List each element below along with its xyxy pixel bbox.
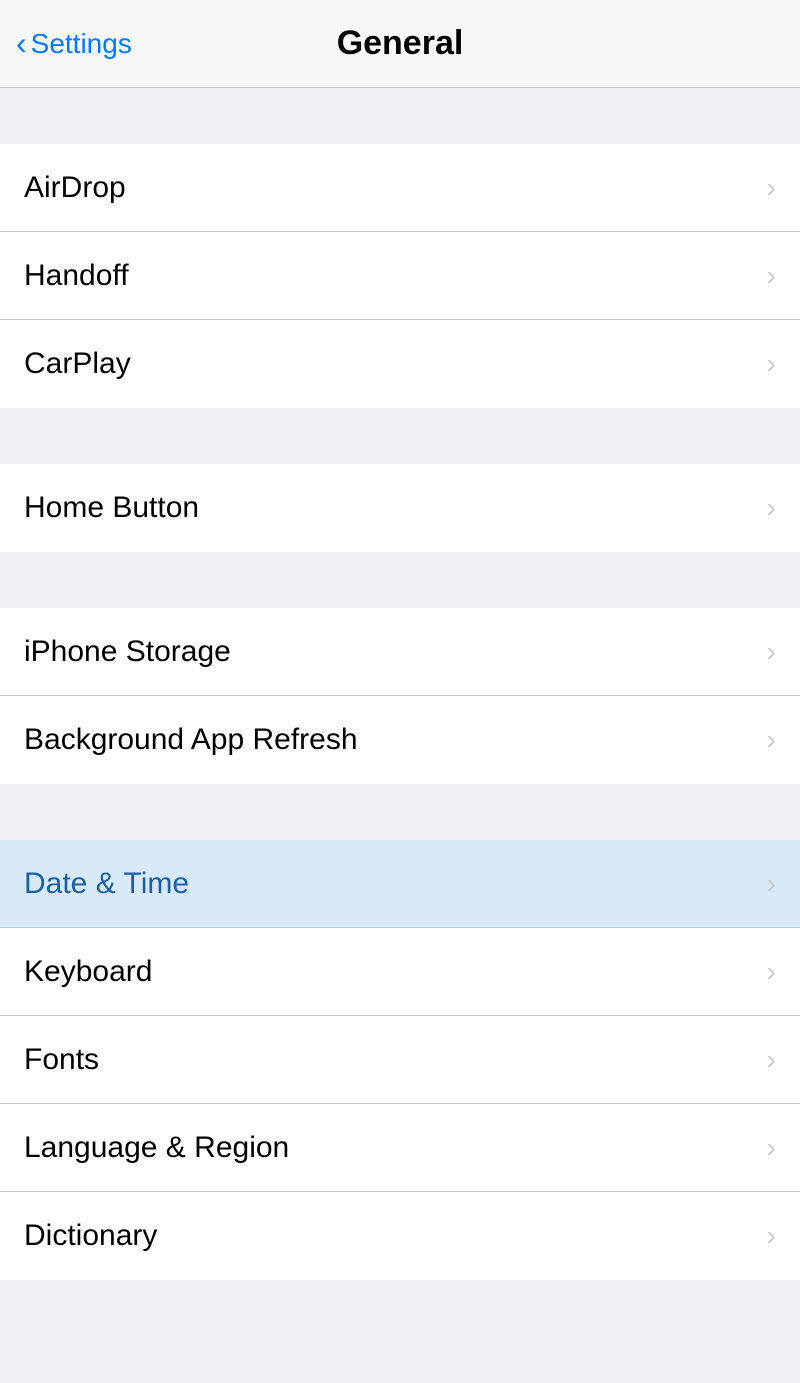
- settings-row-handoff[interactable]: Handoff ›: [0, 232, 800, 320]
- settings-row-keyboard[interactable]: Keyboard ›: [0, 928, 800, 1016]
- settings-row-background-app-refresh[interactable]: Background App Refresh ›: [0, 696, 800, 784]
- settings-group-1: AirDrop › Handoff › CarPlay ›: [0, 144, 800, 408]
- airdrop-label: AirDrop: [24, 171, 126, 205]
- fonts-label: Fonts: [24, 1043, 99, 1077]
- chevron-right-icon: ›: [767, 348, 776, 380]
- dictionary-label: Dictionary: [24, 1219, 157, 1253]
- carplay-label: CarPlay: [24, 347, 131, 381]
- chevron-right-icon: ›: [767, 260, 776, 292]
- back-button[interactable]: ‹ Settings: [16, 25, 132, 62]
- keyboard-label: Keyboard: [24, 955, 152, 989]
- settings-row-language-region[interactable]: Language & Region ›: [0, 1104, 800, 1192]
- back-label: Settings: [31, 28, 132, 60]
- settings-row-date-time[interactable]: Date & Time ›: [0, 840, 800, 928]
- section-gap-3: [0, 552, 800, 608]
- section-gap-2: [0, 408, 800, 464]
- navigation-bar: ‹ Settings General: [0, 0, 800, 88]
- settings-row-airdrop[interactable]: AirDrop ›: [0, 144, 800, 232]
- background-app-refresh-label: Background App Refresh: [24, 723, 358, 757]
- language-region-label: Language & Region: [24, 1131, 289, 1165]
- chevron-right-icon: ›: [767, 724, 776, 756]
- chevron-right-icon: ›: [767, 492, 776, 524]
- chevron-right-icon: ›: [767, 1132, 776, 1164]
- date-time-label: Date & Time: [24, 867, 189, 901]
- back-chevron-icon: ‹: [16, 25, 27, 62]
- handoff-label: Handoff: [24, 259, 129, 293]
- chevron-right-icon: ›: [767, 1220, 776, 1252]
- settings-group-4: Date & Time › Keyboard › Fonts › Languag…: [0, 840, 800, 1280]
- settings-row-fonts[interactable]: Fonts ›: [0, 1016, 800, 1104]
- settings-group-3: iPhone Storage › Background App Refresh …: [0, 608, 800, 784]
- chevron-right-icon: ›: [767, 636, 776, 668]
- settings-group-2: Home Button ›: [0, 464, 800, 552]
- iphone-storage-label: iPhone Storage: [24, 635, 231, 669]
- section-gap-4: [0, 784, 800, 840]
- chevron-right-icon: ›: [767, 868, 776, 900]
- settings-row-carplay[interactable]: CarPlay ›: [0, 320, 800, 408]
- settings-row-dictionary[interactable]: Dictionary ›: [0, 1192, 800, 1280]
- page-title: General: [337, 24, 464, 63]
- settings-row-iphone-storage[interactable]: iPhone Storage ›: [0, 608, 800, 696]
- section-gap-1: [0, 88, 800, 144]
- chevron-right-icon: ›: [767, 172, 776, 204]
- settings-row-home-button[interactable]: Home Button ›: [0, 464, 800, 552]
- chevron-right-icon: ›: [767, 956, 776, 988]
- home-button-label: Home Button: [24, 491, 199, 525]
- bottom-gap: [0, 1280, 800, 1360]
- chevron-right-icon: ›: [767, 1044, 776, 1076]
